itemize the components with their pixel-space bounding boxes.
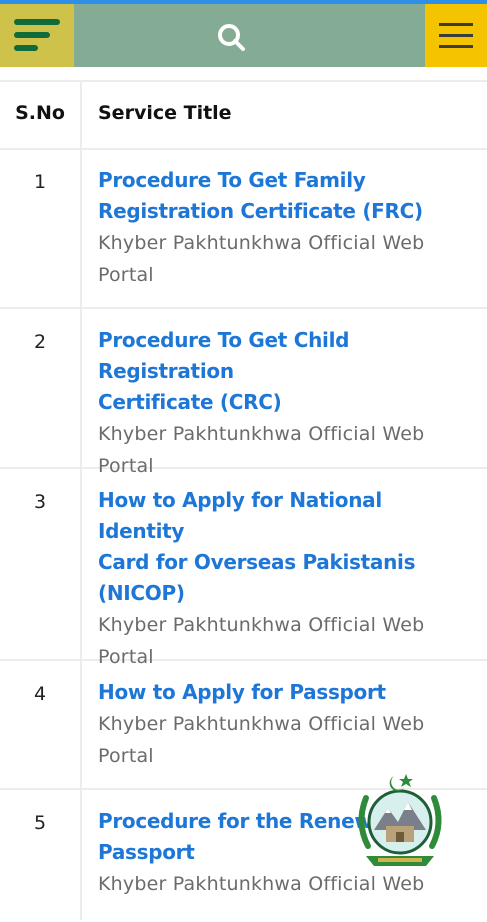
service-link[interactable]: Procedure To Get Family Registration Cer… [98, 165, 470, 227]
service-source: Khyber Pakhtunkhwa Official Web [98, 873, 425, 895]
column-header-service-title: Service Title [98, 102, 232, 124]
table-row: 1 Procedure To Get Family Registration C… [0, 149, 487, 309]
row-sno: 1 [33, 171, 47, 193]
column-header-sno: S.No [15, 102, 65, 124]
row-sno: 5 [33, 812, 47, 834]
service-link[interactable]: How to Apply for Passport [98, 677, 470, 708]
table-row: 2 Procedure To Get Child Registration Ce… [0, 309, 487, 477]
table-header-row: S.No Service Title [0, 82, 487, 150]
hamburger-menu-button[interactable] [425, 4, 487, 67]
app-header [0, 4, 487, 67]
row-sno: 4 [33, 683, 47, 705]
search-icon [218, 24, 245, 51]
service-source: Khyber Pakhtunkhwa Official Web Portal [98, 713, 425, 767]
table-row: 3 How to Apply for National Identity Car… [0, 469, 487, 668]
row-sno: 3 [33, 491, 47, 513]
service-link[interactable]: Procedure To Get Child Registration Cert… [98, 325, 470, 418]
service-source: Khyber Pakhtunkhwa Official Web Portal [98, 232, 425, 286]
kp-emblem-icon[interactable] [352, 768, 448, 872]
row-sno: 2 [33, 331, 47, 353]
search-button[interactable] [214, 20, 248, 54]
service-link[interactable]: How to Apply for National Identity Card … [98, 485, 470, 609]
logo-button[interactable] [0, 4, 74, 67]
